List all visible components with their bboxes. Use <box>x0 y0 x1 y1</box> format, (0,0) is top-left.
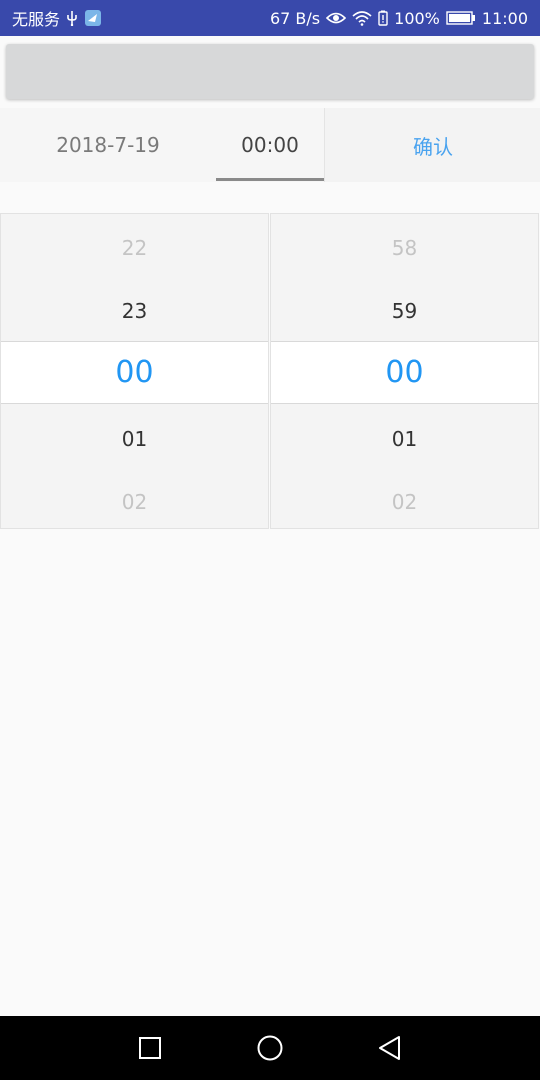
minute-wheel[interactable]: 58 59 00 01 02 <box>270 213 539 529</box>
minute-option[interactable]: 01 <box>271 407 538 470</box>
minute-option[interactable]: 58 <box>271 216 538 279</box>
recent-apps-icon[interactable] <box>110 1016 190 1080</box>
status-bar: 无服务 67 B/s 100% 11:00 <box>0 0 540 36</box>
hour-option[interactable]: 01 <box>1 407 268 470</box>
usb-icon <box>66 10 78 26</box>
battery-percent-text: 100% <box>394 8 440 28</box>
hour-selected[interactable]: 00 <box>1 341 268 404</box>
hour-option[interactable]: 23 <box>1 279 268 342</box>
tab-time-indicator <box>216 178 324 181</box>
minute-option[interactable]: 02 <box>271 470 538 533</box>
navigation-bar <box>0 1016 540 1080</box>
home-icon[interactable] <box>230 1016 310 1080</box>
status-bar-right: 67 B/s 100% 11:00 <box>270 0 528 36</box>
eye-icon <box>326 11 347 25</box>
status-bar-left: 无服务 <box>12 0 102 36</box>
minute-selected[interactable]: 00 <box>271 341 538 404</box>
hour-option[interactable]: 02 <box>1 470 268 533</box>
back-icon[interactable] <box>350 1016 430 1080</box>
picker-tab-row: 2018-7-19 00:00 确认 <box>0 108 540 182</box>
confirm-button[interactable]: 确认 <box>324 108 540 182</box>
minute-option[interactable]: 59 <box>271 279 538 342</box>
wifi-icon <box>352 10 372 26</box>
clock-text: 11:00 <box>481 8 528 28</box>
battery-icon <box>446 11 476 25</box>
top-input-bar[interactable] <box>6 44 534 99</box>
time-wheel-picker: 22 23 00 01 02 58 59 00 01 02 <box>0 213 540 530</box>
carrier-text: 无服务 <box>12 10 61 29</box>
net-speed-text: 67 B/s <box>269 8 321 28</box>
tab-time[interactable]: 00:00 <box>216 108 324 182</box>
app-notification-icon <box>84 9 102 27</box>
hour-wheel[interactable]: 22 23 00 01 02 <box>0 213 269 529</box>
hour-option[interactable]: 22 <box>1 216 268 279</box>
battery-alert-icon <box>378 10 388 26</box>
tab-date[interactable]: 2018-7-19 <box>0 108 216 182</box>
